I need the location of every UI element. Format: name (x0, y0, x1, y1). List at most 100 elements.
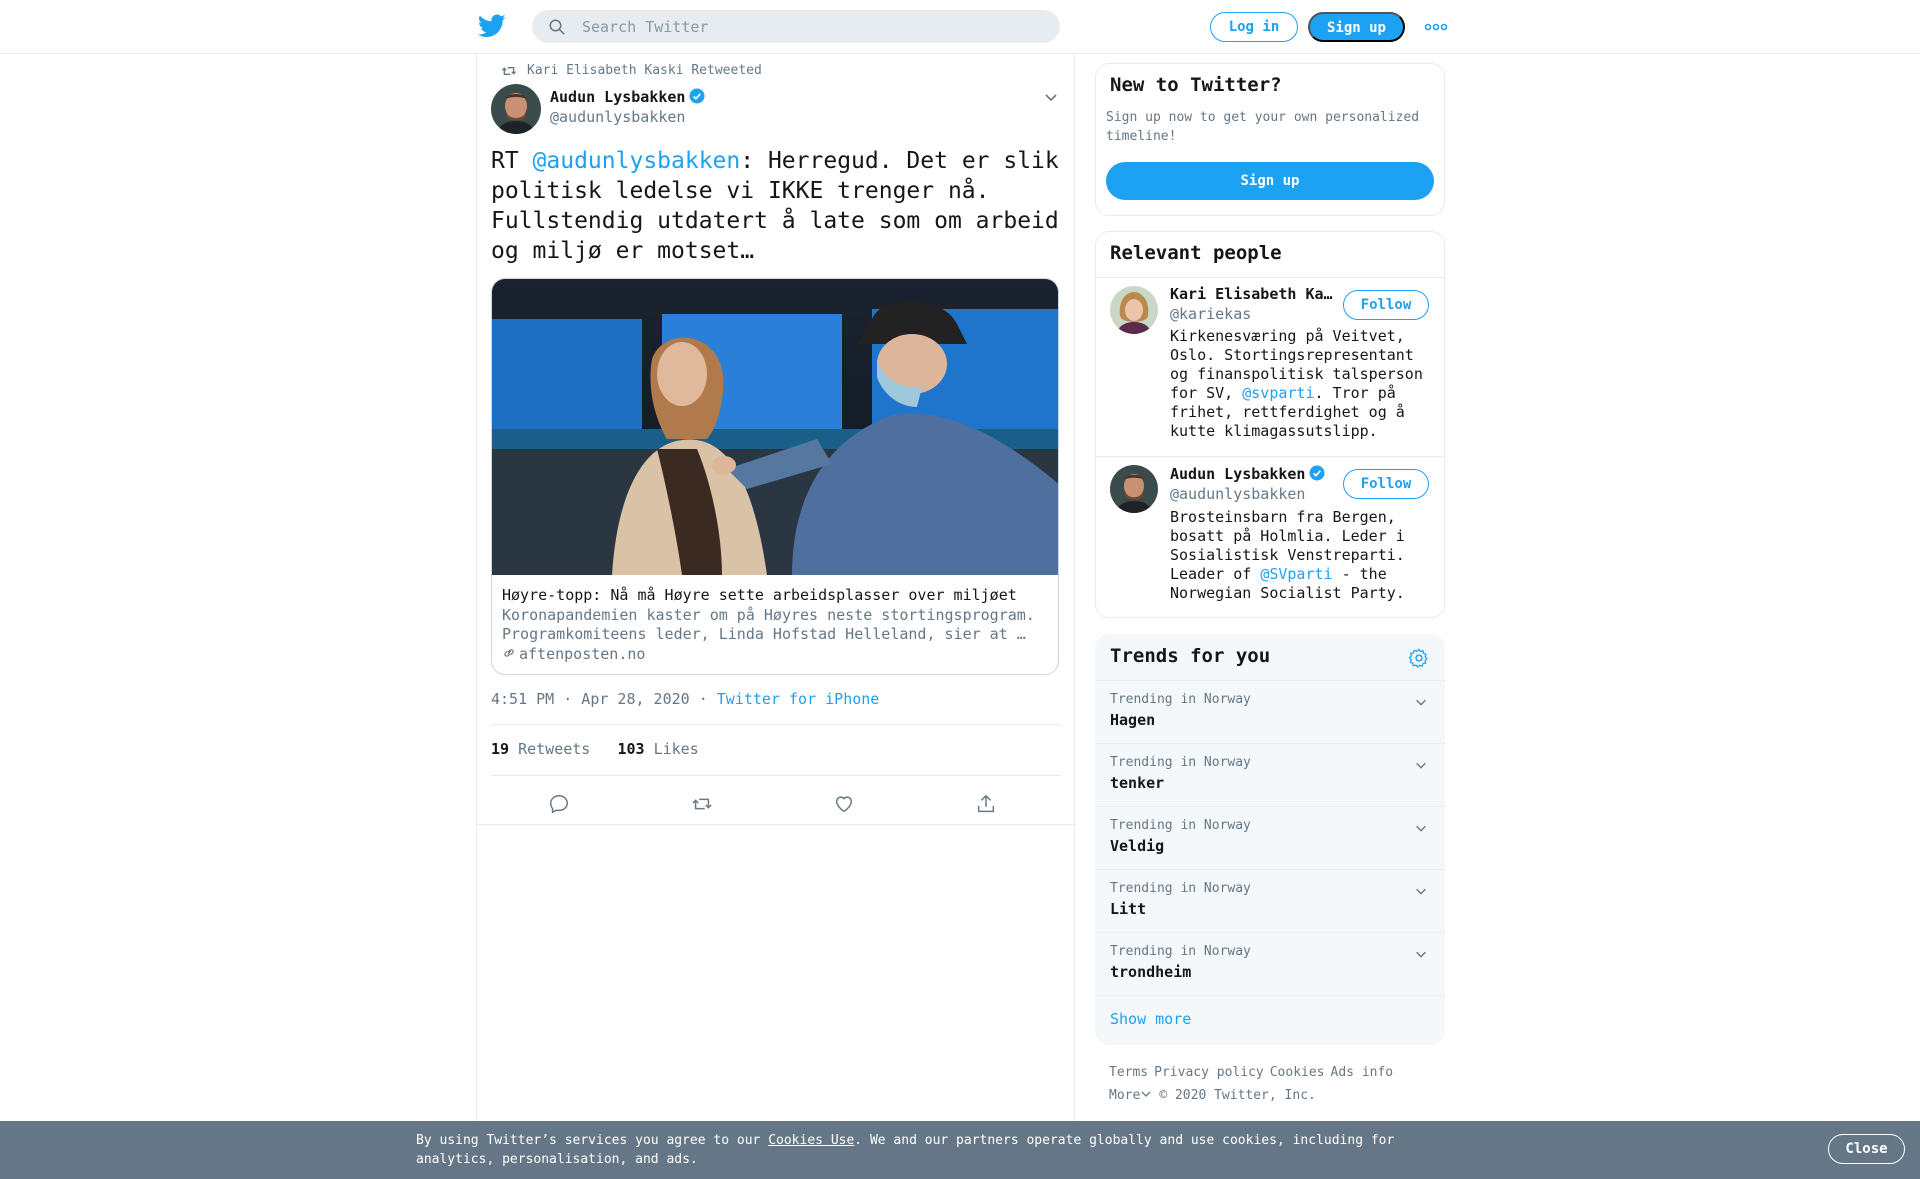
trend-name[interactable]: Hagen (1110, 711, 1155, 729)
likes-stat[interactable]: 103 Likes (617, 740, 698, 758)
tweet-menu-chevron-down-icon[interactable] (1043, 89, 1059, 105)
tweet-author[interactable]: Audun Lysbakken @audunlysbakken (550, 87, 706, 126)
like-heart-icon[interactable] (833, 793, 855, 815)
person-card[interactable]: Kari Elisabeth Kaski @kariekas Follow Ki… (1096, 277, 1444, 440)
new-to-twitter-panel: New to Twitter? Sign up now to get your … (1095, 63, 1445, 216)
divider (491, 775, 1061, 776)
person-bio: Brosteinsbarn fra Bergen, bosatt på Holm… (1170, 508, 1438, 603)
link-card-domain-text: aftenposten.no (519, 645, 646, 663)
divider (491, 724, 1061, 725)
verified-badge-icon (689, 88, 705, 104)
footer-cookies-link[interactable]: Cookies (1270, 1065, 1325, 1080)
follow-button[interactable]: Follow (1343, 290, 1429, 320)
footer-links: Terms Privacy policy Cookies Ads info More ©… (1109, 1061, 1439, 1107)
cookie-text: By using Twitter’s services you agree to… (416, 1133, 769, 1148)
trend-item[interactable]: Trending in Norway Litt (1096, 869, 1446, 932)
link-card-description: Koronapandemien kaster om på Høyres nest… (502, 606, 1035, 643)
person-avatar[interactable] (1110, 286, 1158, 334)
trend-name[interactable]: trondheim (1110, 963, 1191, 981)
follow-button[interactable]: Follow (1343, 469, 1429, 499)
link-card-title: Høyre-topp: Nå må Høyre sette arbeidspla… (502, 586, 1017, 604)
divider (477, 824, 1076, 825)
retweet-context[interactable]: Kari Elisabeth Kaski Retweeted (501, 63, 762, 78)
bio-mention-link[interactable]: @SVparti (1260, 565, 1332, 583)
footer-more-link[interactable]: More (1109, 1088, 1140, 1103)
trend-item[interactable]: Trending in Norway tenker (1096, 743, 1446, 806)
gear-icon[interactable] (1408, 647, 1430, 669)
footer-copyright: © 2020 Twitter, Inc. (1159, 1088, 1316, 1103)
signup-button[interactable]: Sign up (1308, 12, 1405, 42)
relevant-people-title: Relevant people (1110, 242, 1282, 264)
chevron-down-icon[interactable] (1141, 1089, 1151, 1099)
trend-name[interactable]: Litt (1110, 900, 1146, 918)
retweets-stat[interactable]: 19 Retweets (491, 740, 590, 758)
trend-item[interactable]: Trending in Norway trondheim (1096, 932, 1446, 995)
chevron-down-icon[interactable] (1414, 947, 1428, 961)
search-box[interactable] (532, 10, 1060, 43)
person-handle[interactable]: @audunlysbakken (1170, 485, 1305, 503)
show-more-link[interactable]: Show more (1110, 1010, 1191, 1028)
footer-ads-link[interactable]: Ads info (1331, 1065, 1394, 1080)
chevron-down-icon[interactable] (1414, 884, 1428, 898)
search-input[interactable] (582, 15, 1042, 39)
sidebar-signup-button[interactable]: Sign up (1106, 162, 1434, 200)
author-name[interactable]: Audun Lysbakken (550, 88, 685, 106)
likes-count: 103 (617, 740, 645, 758)
retweets-label: Retweets (518, 740, 591, 758)
new-to-twitter-text: Sign up now to get your own personalized… (1106, 110, 1420, 144)
show-more-row[interactable]: Show more (1096, 995, 1446, 1045)
retweeted-by-label: Kari Elisabeth Kaski Retweeted (527, 63, 762, 78)
footer-privacy-link[interactable]: Privacy policy (1154, 1065, 1264, 1080)
search-icon (549, 19, 565, 35)
link-card[interactable]: Høyre-topp: Nå må Høyre sette arbeidspla… (491, 278, 1059, 675)
trend-item[interactable]: Trending in Norway Hagen (1096, 680, 1446, 743)
tweet-meta: 4:51 PM · Apr 28, 2020 · Twitter for iPh… (491, 690, 879, 708)
tweet-stats: 19 Retweets 103 Likes (491, 740, 699, 758)
twitter-logo-icon[interactable] (478, 14, 506, 38)
tweet-timestamp[interactable]: 4:51 PM · Apr 28, 2020 (491, 690, 690, 708)
bio-mention-link[interactable]: @svparti (1242, 384, 1314, 402)
trend-context: Trending in Norway (1110, 881, 1251, 896)
chevron-down-icon[interactable] (1414, 695, 1428, 709)
meta-separator: · (689, 690, 717, 708)
person-handle[interactable]: @kariekas (1170, 305, 1251, 323)
new-to-twitter-title: New to Twitter? (1110, 74, 1282, 96)
author-avatar[interactable] (491, 84, 541, 134)
person-name-row[interactable]: Audun Lysbakken (1170, 464, 1340, 483)
tweet-source-link[interactable]: Twitter for iPhone (717, 690, 880, 708)
relevant-people-panel: Relevant people Kari Elisabeth Kaski @ka… (1095, 231, 1445, 618)
cookie-banner-text: By using Twitter’s services you agree to… (416, 1131, 1416, 1169)
person-avatar[interactable] (1110, 465, 1158, 513)
tweet-column: Kari Elisabeth Kaski Retweeted Audun Lys… (476, 54, 1076, 1179)
tweet-text: RT @audunlysbakken: Herregud. Det er sli… (491, 146, 1066, 266)
person-name[interactable]: Audun Lysbakken (1170, 465, 1305, 483)
trend-context: Trending in Norway (1110, 818, 1251, 833)
close-button[interactable]: Close (1828, 1134, 1905, 1164)
trend-context: Trending in Norway (1110, 755, 1251, 770)
tweet-text-prefix: RT (491, 148, 533, 174)
retweet-action-icon[interactable] (691, 793, 713, 815)
chevron-down-icon[interactable] (1414, 758, 1428, 772)
person-card[interactable]: Audun Lysbakken @audunlysbakken Follow B… (1096, 456, 1444, 616)
person-name[interactable]: Kari Elisabeth Kaski (1170, 285, 1340, 303)
footer-terms-link[interactable]: Terms (1109, 1065, 1148, 1080)
author-handle[interactable]: @audunlysbakken (550, 108, 706, 126)
trends-panel: Trends for you Trending in Norway Hagen … (1095, 634, 1446, 1045)
trend-name[interactable]: Veldig (1110, 837, 1164, 855)
trends-title: Trends for you (1110, 645, 1271, 667)
link-icon (504, 649, 514, 657)
chevron-down-icon[interactable] (1414, 821, 1428, 835)
verified-badge-icon (1309, 465, 1325, 481)
login-button[interactable]: Log in (1210, 12, 1298, 42)
person-bio: Kirkenesværing på Veitvet, Oslo. Stortin… (1170, 327, 1438, 441)
tweet-actions (491, 787, 1061, 823)
link-card-domain: aftenposten.no (502, 645, 645, 663)
share-icon[interactable] (975, 793, 997, 815)
tweet-mention-link[interactable]: @audunlysbakken (533, 148, 741, 174)
trend-item[interactable]: Trending in Norway Veldig (1096, 806, 1446, 869)
cookies-use-link[interactable]: Cookies Use (768, 1133, 854, 1148)
trend-name[interactable]: tenker (1110, 774, 1164, 792)
reply-icon[interactable] (548, 793, 570, 815)
cookie-banner: By using Twitter’s services you agree to… (0, 1121, 1920, 1179)
more-options-icon[interactable] (1424, 20, 1448, 34)
